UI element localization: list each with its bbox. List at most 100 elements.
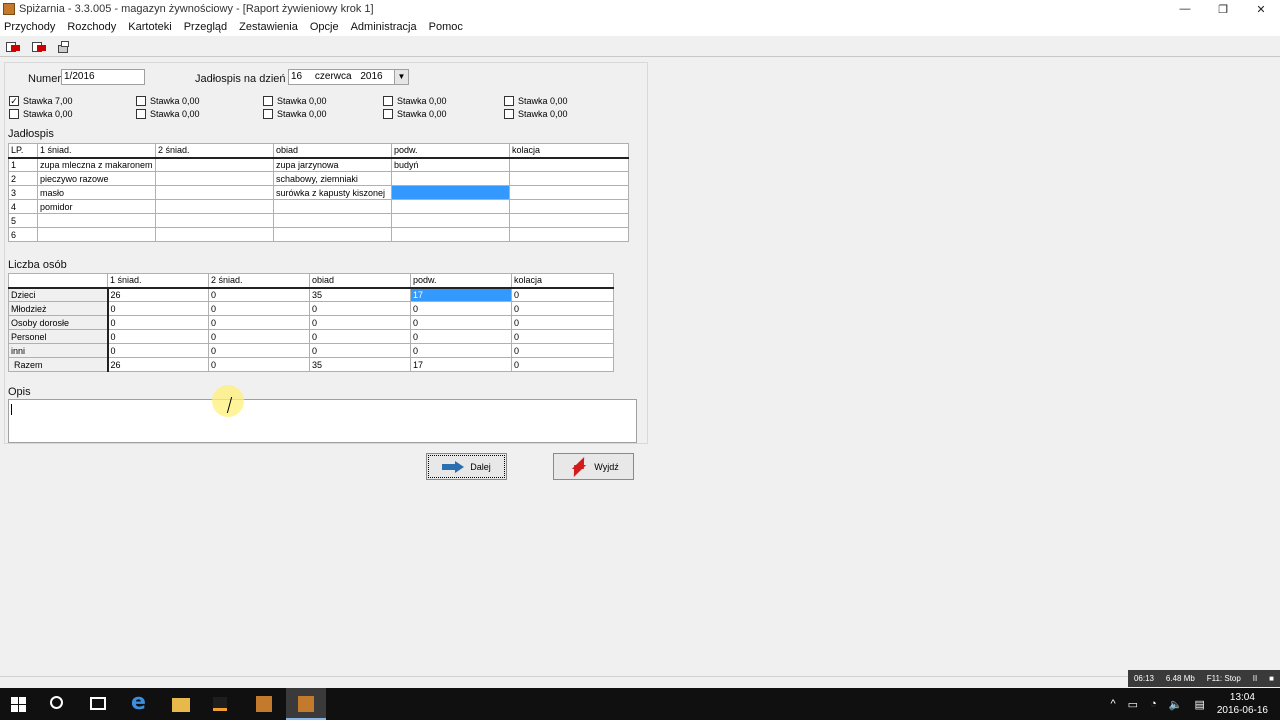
- date-picker[interactable]: 16 czerwca 2016 ▼: [288, 69, 409, 85]
- menu-pomoc[interactable]: Pomoc: [429, 21, 463, 33]
- stawka-checkbox[interactable]: Stawka 0,00: [136, 96, 200, 106]
- grid-cell[interactable]: [155, 171, 274, 186]
- grid-cell[interactable]: 0: [107, 343, 209, 358]
- grid-cell[interactable]: [273, 199, 392, 214]
- export-icon[interactable]: [30, 39, 48, 55]
- close-button[interactable]: ✕: [1242, 0, 1280, 18]
- grid-cell[interactable]: 0: [511, 301, 614, 316]
- grid-cell[interactable]: 0: [309, 329, 411, 344]
- grid-cell[interactable]: 0: [208, 315, 310, 330]
- selected-grid-cell[interactable]: [391, 185, 510, 200]
- stawka-checkbox[interactable]: Stawka 0,00: [263, 109, 327, 119]
- grid-cell[interactable]: [155, 185, 274, 200]
- grid-cell[interactable]: 0: [107, 301, 209, 316]
- grid-cell[interactable]: 0: [511, 343, 614, 358]
- file-explorer-icon[interactable]: [172, 698, 190, 712]
- grid-cell[interactable]: 0: [511, 287, 614, 302]
- chevron-up-icon[interactable]: ^: [1111, 698, 1116, 710]
- stawka-checkbox[interactable]: Stawka 0,00: [9, 109, 73, 119]
- volume-icon[interactable]: 🔈: [1169, 698, 1183, 711]
- grid-cell[interactable]: 0: [107, 329, 209, 344]
- spizarnia-active-app-icon[interactable]: [298, 696, 314, 712]
- menu-administracja[interactable]: Administracja: [351, 21, 417, 33]
- grid-cell[interactable]: [391, 199, 510, 214]
- grid-cell[interactable]: 0: [309, 315, 411, 330]
- grid-cell[interactable]: [273, 213, 392, 228]
- grid-cell[interactable]: 0: [208, 343, 310, 358]
- grid-cell[interactable]: pieczywo razowe: [37, 171, 156, 186]
- grid-cell[interactable]: [37, 213, 156, 228]
- grid-cell[interactable]: budyń: [391, 157, 510, 172]
- print-icon[interactable]: [56, 39, 74, 55]
- menu-zestawienia[interactable]: Zestawienia: [239, 21, 298, 33]
- grid-cell[interactable]: schabowy, ziemniaki: [273, 171, 392, 186]
- pause-icon[interactable]: II: [1253, 674, 1257, 683]
- taskbar-app-icon[interactable]: [213, 697, 227, 711]
- grid-cell[interactable]: 0: [410, 343, 512, 358]
- grid-cell[interactable]: [155, 227, 274, 242]
- menu-kartoteki[interactable]: Kartoteki: [128, 21, 171, 33]
- grid-cell[interactable]: [509, 199, 629, 214]
- restore-button[interactable]: ❐: [1204, 0, 1242, 18]
- grid-cell[interactable]: [391, 227, 510, 242]
- battery-icon[interactable]: ▭: [1128, 698, 1138, 711]
- numer-input[interactable]: 1/2016: [61, 69, 145, 85]
- grid-cell[interactable]: 0: [511, 315, 614, 330]
- menu-rozchody[interactable]: Rozchody: [67, 21, 116, 33]
- opis-textarea[interactable]: [8, 399, 637, 443]
- minimize-button[interactable]: —: [1166, 0, 1204, 18]
- grid-cell[interactable]: [155, 199, 274, 214]
- grid-cell[interactable]: [509, 171, 629, 186]
- grid-cell[interactable]: 0: [410, 301, 512, 316]
- grid-cell[interactable]: 35: [309, 287, 411, 302]
- stawka-checkbox[interactable]: Stawka 0,00: [383, 109, 447, 119]
- selected-grid-cell[interactable]: 17: [410, 287, 512, 302]
- menu-przeglad[interactable]: Przegląd: [184, 21, 227, 33]
- search-icon[interactable]: [50, 696, 63, 709]
- grid-cell[interactable]: [391, 213, 510, 228]
- grid-cell[interactable]: 0: [208, 329, 310, 344]
- grid-cell[interactable]: zupa mleczna z makaronem: [37, 157, 156, 172]
- task-view-icon[interactable]: [90, 697, 106, 710]
- grid-cell[interactable]: 0: [511, 329, 614, 344]
- exit-button[interactable]: Wyjdź: [553, 453, 634, 480]
- grid-cell[interactable]: 0: [107, 315, 209, 330]
- grid-cell[interactable]: masło: [37, 185, 156, 200]
- clock[interactable]: 13:04 2016-06-16: [1217, 691, 1268, 717]
- grid-cell[interactable]: 0: [410, 315, 512, 330]
- grid-cell[interactable]: surówka z kapusty kiszonej: [273, 185, 392, 200]
- grid-cell[interactable]: zupa jarzynowa: [273, 157, 392, 172]
- spizarnia-app-icon[interactable]: [256, 696, 272, 712]
- grid-cell[interactable]: [509, 157, 629, 172]
- grid-cell[interactable]: 0: [208, 287, 310, 302]
- grid-cell[interactable]: pomidor: [37, 199, 156, 214]
- chevron-down-icon[interactable]: ▼: [394, 70, 408, 84]
- grid-cell[interactable]: 26: [107, 287, 209, 302]
- network-icon[interactable]: ◔: [1150, 698, 1157, 710]
- grid-cell[interactable]: [155, 157, 274, 172]
- edge-browser-icon[interactable]: e: [131, 690, 149, 715]
- grid-cell[interactable]: 0: [309, 301, 411, 316]
- grid-cell[interactable]: 0: [410, 329, 512, 344]
- grid-cell[interactable]: [509, 213, 629, 228]
- stawka-checkbox[interactable]: Stawka 0,00: [504, 109, 568, 119]
- grid-cell[interactable]: [37, 227, 156, 242]
- stop-icon[interactable]: ■: [1269, 674, 1274, 683]
- new-document-icon[interactable]: [4, 39, 22, 55]
- windows-start-icon[interactable]: [10, 695, 28, 713]
- next-button[interactable]: Dalej: [426, 453, 507, 480]
- grid-cell[interactable]: 0: [309, 343, 411, 358]
- stawka-checkbox[interactable]: Stawka 0,00: [136, 109, 200, 119]
- stawka-checkbox[interactable]: Stawka 0,00: [504, 96, 568, 106]
- stawka-checkbox[interactable]: ✓ Stawka 7,00: [9, 96, 73, 106]
- stawka-checkbox[interactable]: Stawka 0,00: [383, 96, 447, 106]
- stawka-checkbox[interactable]: Stawka 0,00: [263, 96, 327, 106]
- menu-przychody[interactable]: Przychody: [4, 21, 55, 33]
- grid-cell[interactable]: 0: [208, 301, 310, 316]
- grid-cell[interactable]: [509, 227, 629, 242]
- grid-cell[interactable]: [391, 171, 510, 186]
- menu-opcje[interactable]: Opcje: [310, 21, 339, 33]
- grid-cell[interactable]: [509, 185, 629, 200]
- grid-cell[interactable]: [273, 227, 392, 242]
- grid-cell[interactable]: [155, 213, 274, 228]
